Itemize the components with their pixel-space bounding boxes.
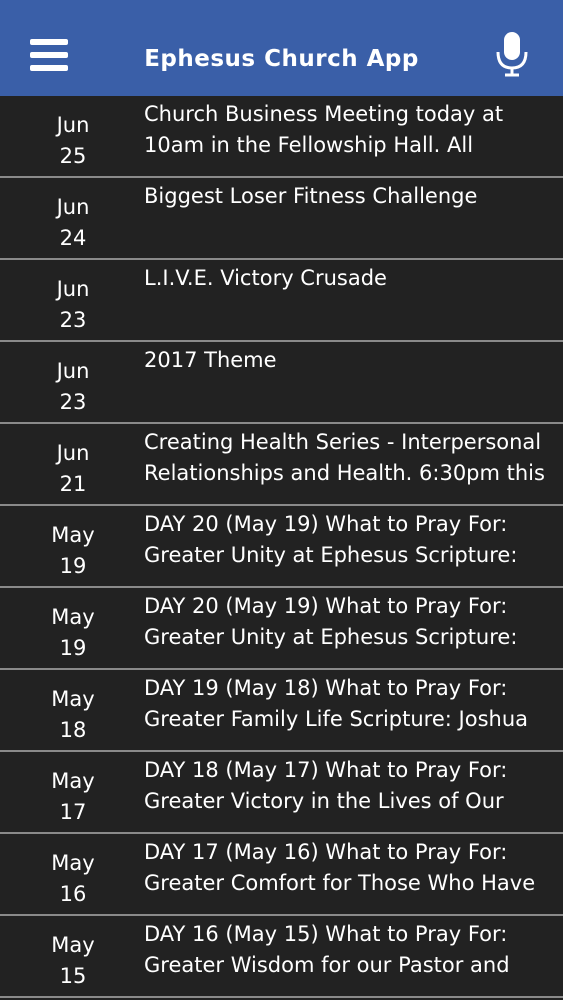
item-date: May 16	[22, 848, 124, 910]
item-text-line2: Relationships and Health. 6:30pm this	[144, 461, 545, 485]
list-item[interactable]: May 15 DAY 16 (May 15) What to Pray For: Gr…	[0, 916, 563, 998]
item-text: 2017 Theme	[144, 345, 554, 376]
item-day: 24	[59, 226, 87, 250]
item-text-line1: DAY 20 (May 19) What to Pray For:	[144, 512, 508, 536]
list-item[interactable]: May 19 DAY 20 (May 19) What to Pray For: Gr…	[0, 588, 563, 670]
list-item[interactable]: May 17 DAY 18 (May 17) What to Pray For: Gr…	[0, 752, 563, 834]
item-text-line2: Greater Unity at Ephesus Scripture:	[144, 543, 518, 567]
item-month: May	[51, 769, 95, 793]
item-day: 18	[59, 718, 87, 742]
list-item[interactable]: Jun 24 Biggest Loser Fitness Challenge	[0, 178, 563, 260]
item-day: 23	[59, 390, 87, 414]
item-day: 16	[59, 882, 87, 906]
item-month: May	[51, 851, 95, 875]
item-date: May 15	[22, 930, 124, 992]
item-text-line1: DAY 17 (May 16) What to Pray For:	[144, 840, 508, 864]
item-month: May	[51, 933, 95, 957]
item-month: May	[51, 687, 95, 711]
item-text: DAY 20 (May 19) What to Pray For: Greater…	[144, 509, 554, 571]
list-item[interactable]: May 19 DAY 20 (May 19) What to Pray For: Gr…	[0, 506, 563, 588]
item-date: May 17	[22, 766, 124, 828]
item-day: 19	[59, 554, 87, 578]
item-month: Jun	[56, 359, 90, 383]
item-text-line1: DAY 18 (May 17) What to Pray For:	[144, 758, 508, 782]
list-item[interactable]: Jun 23 2017 Theme	[0, 342, 563, 424]
item-month: Jun	[56, 113, 90, 137]
item-text: L.I.V.E. Victory Crusade	[144, 263, 554, 294]
item-date: May 19	[22, 520, 124, 582]
item-date: Jun 23	[22, 356, 124, 418]
item-text: Creating Health Series - Interpersonal Re…	[144, 427, 554, 489]
item-date: May 19	[22, 602, 124, 664]
item-date: Jun 25	[22, 110, 124, 172]
item-text: DAY 20 (May 19) What to Pray For: Greater…	[144, 591, 554, 653]
list-item[interactable]: May 16 DAY 17 (May 16) What to Pray For: Gr…	[0, 834, 563, 916]
item-text-line2: Greater Family Life Scripture: Joshua	[144, 707, 528, 731]
item-text: DAY 16 (May 15) What to Pray For: Greater…	[144, 919, 554, 981]
item-day: 17	[59, 800, 87, 824]
item-text-line1: Church Business Meeting today at	[144, 102, 504, 126]
item-text-line2: Greater Wisdom for our Pastor and	[144, 953, 510, 977]
item-text: Church Business Meeting today at 10am in …	[144, 99, 554, 161]
item-text-line1: L.I.V.E. Victory Crusade	[144, 266, 387, 290]
item-month: Jun	[56, 195, 90, 219]
item-text-line1: DAY 19 (May 18) What to Pray For:	[144, 676, 508, 700]
item-date: Jun 24	[22, 192, 124, 254]
item-date: Jun 21	[22, 438, 124, 500]
item-text: DAY 19 (May 18) What to Pray For: Greater…	[144, 673, 554, 735]
list-item[interactable]: May 18 DAY 19 (May 18) What to Pray For: Gr…	[0, 670, 563, 752]
item-text-line1: Creating Health Series - Interpersonal	[144, 430, 542, 454]
item-month: May	[51, 523, 95, 547]
item-day: 21	[59, 472, 87, 496]
item-day: 25	[59, 144, 87, 168]
item-day: 15	[59, 964, 87, 988]
list-item[interactable]: Jun 21 Creating Health Series - Interperso…	[0, 424, 563, 506]
item-text-line1: 2017 Theme	[144, 348, 277, 372]
item-text-line2: Greater Unity at Ephesus Scripture:	[144, 625, 518, 649]
item-day: 19	[59, 636, 87, 660]
item-text-line1: Biggest Loser Fitness Challenge	[144, 184, 478, 208]
item-text-line1: DAY 16 (May 15) What to Pray For:	[144, 922, 508, 946]
item-month: Jun	[56, 277, 90, 301]
item-text: Biggest Loser Fitness Challenge	[144, 181, 554, 212]
item-date: May 18	[22, 684, 124, 746]
list-item[interactable]: Jun 23 L.I.V.E. Victory Crusade	[0, 260, 563, 342]
microphone-icon[interactable]	[492, 30, 532, 78]
news-list: Jun 25 Church Business Meeting today at 10a…	[0, 96, 563, 998]
app-title: Ephesus Church App	[144, 46, 419, 72]
item-text: DAY 18 (May 17) What to Pray For: Greater…	[144, 755, 554, 817]
item-text-line2: Greater Comfort for Those Who Have	[144, 871, 536, 895]
item-month: Jun	[56, 441, 90, 465]
item-date: Jun 23	[22, 274, 124, 336]
item-text-line1: DAY 20 (May 19) What to Pray For:	[144, 594, 508, 618]
list-item[interactable]: Jun 25 Church Business Meeting today at 10a…	[0, 96, 563, 178]
item-month: May	[51, 605, 95, 629]
item-text-line2: Greater Victory in the Lives of Our	[144, 789, 504, 813]
item-day: 23	[59, 308, 87, 332]
item-text: DAY 17 (May 16) What to Pray For: Greater…	[144, 837, 554, 899]
item-text-line2: 10am in the Fellowship Hall. All	[144, 133, 474, 157]
app-header: Ephesus Church App	[0, 0, 563, 96]
